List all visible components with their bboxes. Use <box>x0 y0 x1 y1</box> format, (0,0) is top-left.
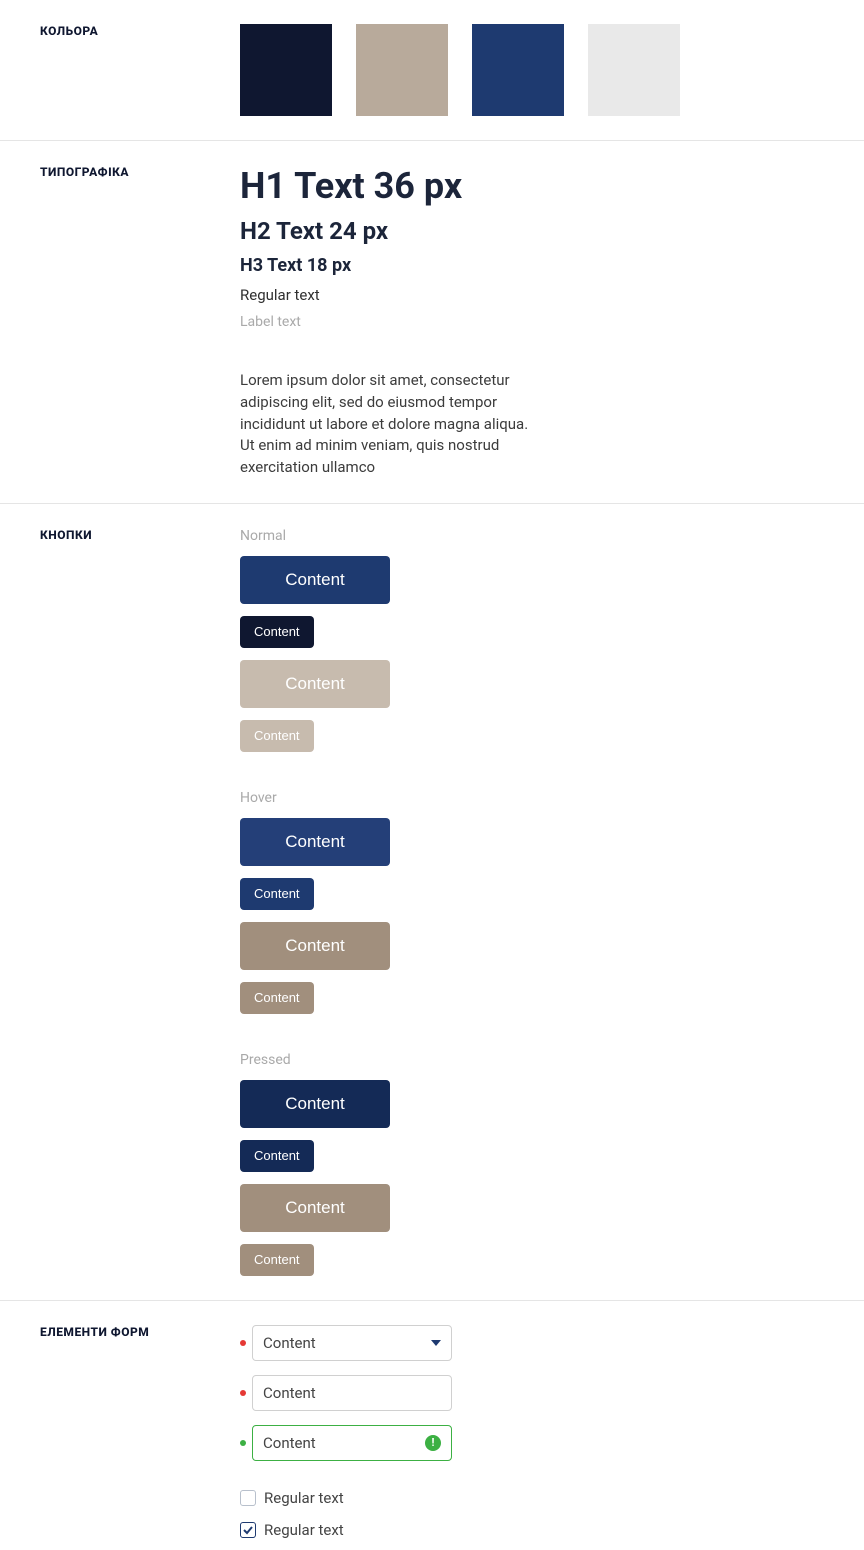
valid-dot-icon <box>240 1440 246 1446</box>
h1-sample: H1 Text 36 px <box>240 165 824 207</box>
button-state-column: Hover Content Content Content Content <box>240 790 824 1014</box>
secondary-button-sm[interactable]: Content <box>240 720 314 752</box>
type-examples: H1 Text 36 px H2 Text 24 px H3 Text 18 p… <box>240 165 824 330</box>
text-field-valid[interactable]: Content ! <box>252 1425 452 1461</box>
button-state-label: Pressed <box>240 1052 824 1068</box>
primary-button-lg[interactable]: Content <box>240 818 390 866</box>
secondary-button-lg[interactable]: Content <box>240 922 390 970</box>
swatch-light <box>588 24 680 116</box>
section-colors: КОЛЬОРА <box>0 0 864 141</box>
text-field[interactable]: Content <box>252 1375 452 1411</box>
swatch-navy <box>240 24 332 116</box>
swatch-row <box>240 24 824 116</box>
section-typography: ТИПОГРАФІКА H1 Text 36 px H2 Text 24 px … <box>0 141 864 504</box>
button-state-column: Pressed Content Content Content Content <box>240 1052 824 1276</box>
secondary-button-sm[interactable]: Content <box>240 982 314 1014</box>
section-title-typography: ТИПОГРАФІКА <box>40 165 240 479</box>
secondary-button-lg[interactable]: Content <box>240 1184 390 1232</box>
primary-button-sm[interactable]: Content <box>240 878 314 910</box>
checkbox-label: Regular text <box>264 1489 344 1507</box>
swatch-beige <box>356 24 448 116</box>
button-state-label: Normal <box>240 528 824 544</box>
h2-sample: H2 Text 24 px <box>240 217 824 245</box>
checkbox-checked[interactable] <box>240 1522 256 1538</box>
primary-button-sm[interactable]: Content <box>240 1140 314 1172</box>
section-title-colors: КОЛЬОРА <box>40 24 240 116</box>
primary-button-lg[interactable]: Content <box>240 1080 390 1128</box>
select-field[interactable]: Content <box>252 1325 452 1361</box>
required-dot-icon <box>240 1390 246 1396</box>
paragraph-sample: Lorem ipsum dolor sit amet, consectetur … <box>240 370 540 479</box>
text-value: Content <box>263 1384 316 1402</box>
checkbox-label: Regular text <box>264 1521 344 1539</box>
h3-sample: H3 Text 18 px <box>240 255 824 276</box>
secondary-button-sm[interactable]: Content <box>240 1244 314 1276</box>
checkbox-unchecked[interactable] <box>240 1490 256 1506</box>
controls-column: Regular text Regular text Regular text R… <box>240 1489 344 1550</box>
section-title-buttons: КНОПКИ <box>40 528 240 1276</box>
section-buttons: КНОПКИ Normal Content Content Content Conten… <box>0 504 864 1301</box>
regular-sample: Regular text <box>240 286 824 304</box>
chevron-down-icon <box>431 1340 441 1346</box>
label-sample: Label text <box>240 314 824 330</box>
button-state-column: Normal Content Content Content Content <box>240 528 824 752</box>
swatch-blue <box>472 24 564 116</box>
section-forms: ЕЛЕМЕНТИ ФОРМ Content Content Content <box>0 1301 864 1550</box>
required-dot-icon <box>240 1340 246 1346</box>
secondary-button-lg[interactable]: Content <box>240 660 390 708</box>
primary-button-sm[interactable]: Content <box>240 616 314 648</box>
text-value: Content <box>263 1434 316 1452</box>
primary-button-lg[interactable]: Content <box>240 556 390 604</box>
textfields-column: Content Content Content ! <box>240 1325 452 1461</box>
section-title-forms: ЕЛЕМЕНТИ ФОРМ <box>40 1325 240 1550</box>
select-value: Content <box>263 1334 316 1352</box>
button-state-label: Hover <box>240 790 824 806</box>
valid-icon: ! <box>425 1435 441 1451</box>
